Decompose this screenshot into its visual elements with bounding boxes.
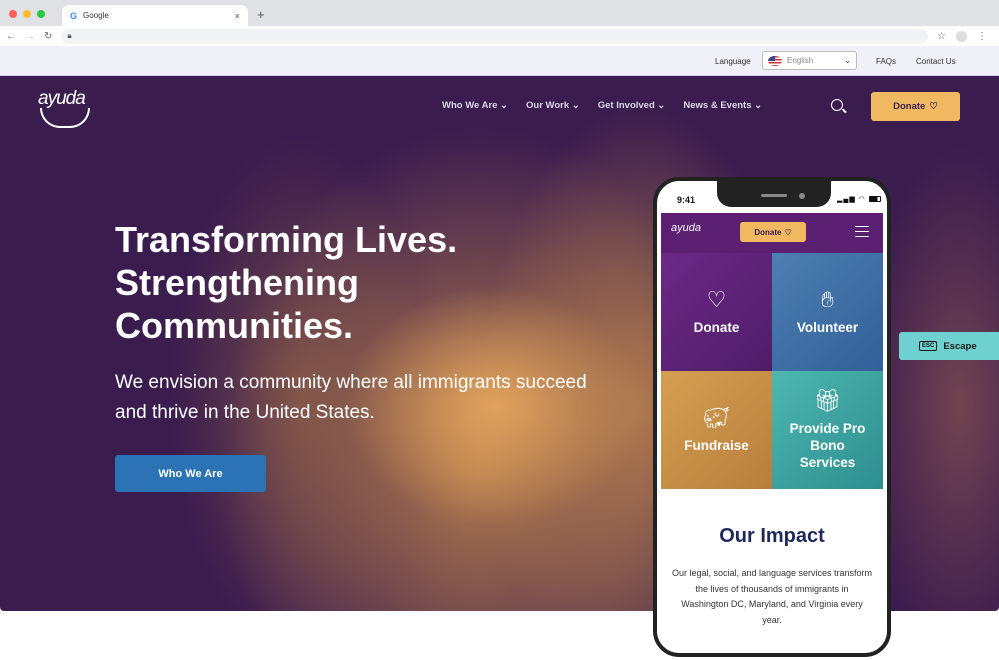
escape-button[interactable]: ESC Escape bbox=[899, 332, 999, 360]
reload-icon[interactable]: ↻ bbox=[44, 31, 52, 42]
heart-icon: ♡ bbox=[784, 227, 792, 237]
nav-item-our-work[interactable]: Our Work ⌄ bbox=[526, 100, 580, 111]
status-icons: ▂▄▆ ◠ bbox=[837, 195, 881, 203]
donate-label: Donate bbox=[893, 101, 926, 112]
new-tab-button[interactable]: + bbox=[257, 7, 265, 22]
chevron-down-icon: ⌄ bbox=[844, 56, 851, 65]
phone-mockup: 9:41 ▂▄▆ ◠ ayuda Donate ♡ ♡ Donate ✋︎ Vo… bbox=[653, 177, 891, 657]
battery-icon bbox=[868, 196, 881, 203]
tile-label: Volunteer bbox=[796, 319, 859, 335]
nav-item-news-events[interactable]: News & Events ⌄ bbox=[683, 100, 762, 111]
language-select[interactable]: English ⌄ bbox=[762, 51, 857, 70]
browser-tab[interactable]: G Google × bbox=[62, 5, 248, 26]
gift-icon: 🎁︎ bbox=[813, 387, 842, 413]
logo-hand-icon bbox=[40, 108, 90, 128]
tile-fundraise[interactable]: 🐖︎ Fundraise bbox=[661, 371, 772, 489]
impact-body: Our legal, social, and language services… bbox=[671, 568, 873, 625]
utility-bar: Language English ⌄ FAQs Contact Us bbox=[0, 46, 999, 76]
tile-donate[interactable]: ♡ Donate bbox=[661, 253, 772, 371]
nav-label: News & Events bbox=[683, 100, 752, 111]
contact-us-link[interactable]: Contact Us bbox=[916, 57, 956, 66]
browser-menu-icon[interactable]: ⋮ bbox=[977, 31, 987, 42]
donate-button[interactable]: Donate ♡ bbox=[871, 92, 960, 121]
hero-subheadline: We envision a community where all immigr… bbox=[115, 372, 587, 423]
tab-title: Google bbox=[83, 11, 109, 20]
mobile-header: ayuda Donate ♡ bbox=[661, 213, 883, 253]
nav-label: Our Work bbox=[526, 100, 570, 111]
tile-label: Provide Pro Bono Services bbox=[789, 420, 866, 470]
main-nav: Who We Are ⌄ Our Work ⌄ Get Involved ⌄ N… bbox=[442, 100, 762, 111]
mobile-donate-button[interactable]: Donate ♡ bbox=[740, 222, 806, 242]
faqs-link[interactable]: FAQs bbox=[876, 57, 896, 66]
tile-label: Donate bbox=[693, 319, 740, 335]
us-flag-icon bbox=[768, 55, 782, 66]
heart-icon: ♡ bbox=[929, 101, 938, 112]
minimize-window-button[interactable] bbox=[23, 10, 31, 18]
maximize-window-button[interactable] bbox=[37, 10, 45, 18]
nav-label: Who We Are bbox=[442, 100, 498, 111]
forward-arrow-icon[interactable]: → bbox=[25, 31, 35, 42]
impact-title: Our Impact bbox=[719, 525, 825, 547]
language-label: Language bbox=[715, 57, 751, 66]
phone-notch bbox=[717, 181, 831, 207]
browser-chrome: G Google × + ← → ↻ 🔒︎ ☆ ⋮ bbox=[0, 0, 999, 46]
tile-volunteer[interactable]: ✋︎ Volunteer bbox=[772, 253, 883, 371]
heart-icon: ♡ bbox=[706, 286, 727, 312]
profile-avatar[interactable] bbox=[956, 30, 967, 42]
raised-hand-icon: ✋︎ bbox=[821, 286, 834, 312]
close-window-button[interactable] bbox=[9, 10, 17, 18]
site-logo[interactable]: ayuda bbox=[38, 88, 86, 110]
back-arrow-icon[interactable]: ← bbox=[6, 31, 16, 42]
tile-pro-bono[interactable]: 🎁︎ Provide Pro Bono Services bbox=[772, 371, 883, 489]
esc-key-icon: ESC bbox=[919, 341, 938, 351]
window-controls bbox=[9, 10, 45, 18]
language-value: English bbox=[787, 56, 814, 65]
hamburger-menu-icon[interactable] bbox=[855, 226, 869, 237]
escape-label: Escape bbox=[943, 340, 977, 352]
nav-label: Get Involved bbox=[597, 100, 655, 111]
browser-toolbar: ← → ↻ 🔒︎ ☆ ⋮ bbox=[0, 26, 999, 46]
hero-headline: Transforming Lives. Strengthening Commun… bbox=[115, 219, 458, 346]
nav-item-get-involved[interactable]: Get Involved ⌄ bbox=[598, 100, 666, 111]
nav-item-who-we-are[interactable]: Who We Are ⌄ bbox=[442, 100, 508, 111]
address-bar[interactable]: 🔒︎ bbox=[61, 28, 929, 44]
close-tab-icon[interactable]: × bbox=[235, 11, 240, 21]
tile-label: Fundraise bbox=[684, 437, 749, 453]
google-favicon-icon: G bbox=[70, 10, 78, 21]
piggy-bank-icon: 🐖︎ bbox=[702, 404, 731, 430]
speaker-icon bbox=[761, 194, 787, 197]
phone-time: 9:41 bbox=[677, 195, 696, 205]
camera-icon bbox=[799, 193, 805, 199]
search-icon[interactable] bbox=[831, 99, 843, 111]
mobile-logo[interactable]: ayuda bbox=[671, 222, 701, 234]
bookmark-star-icon[interactable]: ☆ bbox=[937, 31, 946, 42]
who-we-are-button[interactable]: Who We Are bbox=[115, 455, 266, 492]
mobile-donate-label: Donate bbox=[754, 227, 782, 237]
lock-icon: 🔒︎ bbox=[67, 31, 72, 40]
